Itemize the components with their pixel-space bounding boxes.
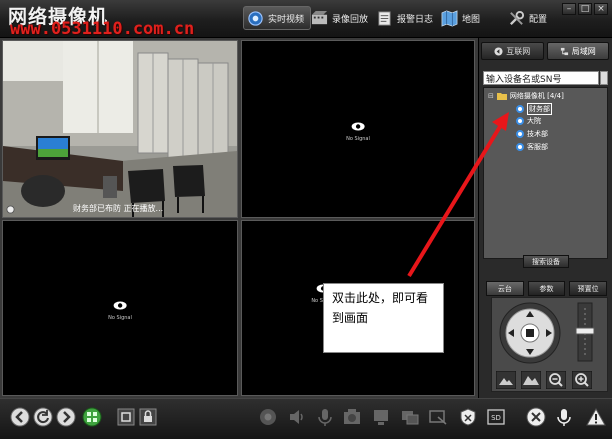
tree-item-support[interactable]: 客服部	[516, 142, 548, 152]
screen-capture-icon[interactable]	[428, 407, 448, 427]
fullscreen-icon[interactable]	[116, 407, 136, 427]
back-arrow-icon	[494, 46, 503, 56]
window-controls: – □ ×	[562, 3, 608, 15]
zoom-wide-button[interactable]	[496, 371, 516, 389]
zoom-tele-button[interactable]	[521, 371, 541, 389]
playback-icon	[311, 10, 328, 24]
tab-lan-label: 局域网	[571, 46, 596, 56]
nav-alarm-log-label: 报警日志	[397, 14, 434, 25]
microphone-icon[interactable]	[315, 407, 335, 427]
talk-icon[interactable]	[554, 407, 574, 427]
tab-ptz[interactable]: 云台	[486, 281, 524, 296]
camera-online-icon	[516, 130, 524, 138]
svg-text:SD: SD	[491, 414, 501, 422]
tree-root-label: 网络摄像机 [4/4]	[509, 92, 564, 100]
lock-icon[interactable]	[138, 407, 158, 427]
tree-item-label: 大院	[527, 117, 541, 125]
monitor-icon[interactable]	[400, 407, 420, 427]
bottom-toolbar: SD	[0, 398, 612, 439]
nav-config-label: 配置	[529, 14, 548, 25]
map-icon	[441, 9, 458, 27]
sd-card-icon[interactable]: SD	[486, 407, 506, 427]
video-cell-1[interactable]: 财务部已布防 正在播放...	[2, 40, 238, 218]
office-camera-feed	[3, 41, 237, 217]
alarm-log-icon	[378, 10, 391, 26]
folder-icon	[496, 93, 507, 100]
nav-live-video[interactable]: 实时视频	[243, 6, 312, 30]
live-video-icon	[248, 10, 263, 26]
no-signal-indicator: No Signal	[346, 116, 370, 142]
device-tree: ⊟ 网络摄像机 [4/4] 财务部 大院 技术部 客服部	[483, 87, 608, 259]
tree-root[interactable]: ⊟ 网络摄像机 [4/4]	[488, 91, 564, 101]
snapshot-icon[interactable]	[342, 407, 362, 427]
nav-alarm-log[interactable]: 报警日志	[373, 6, 439, 30]
no-signal-label: No Signal	[346, 136, 370, 142]
warning-icon[interactable]	[586, 407, 606, 427]
refresh-icon[interactable]	[33, 407, 53, 427]
tree-item-tech[interactable]: 技术部	[516, 129, 548, 139]
record-icon[interactable]	[258, 407, 278, 427]
forward-icon[interactable]	[56, 407, 76, 427]
grid-layout-icon[interactable]	[82, 407, 102, 427]
back-icon[interactable]	[10, 407, 30, 427]
device-search-input[interactable]	[483, 71, 599, 85]
camera-online-icon	[516, 105, 524, 113]
maximize-button[interactable]: □	[578, 3, 592, 15]
watermark-url: www.0531110.com.cn	[10, 19, 195, 39]
camera-online-icon	[516, 117, 524, 125]
tab-internet[interactable]: 互联网	[481, 42, 544, 60]
network-icon	[560, 47, 568, 55]
no-signal-indicator: No Signal	[108, 295, 132, 321]
eye-icon	[113, 301, 127, 310]
zoom-out-icon[interactable]	[546, 371, 566, 389]
tab-internet-label: 互联网	[506, 46, 531, 56]
nav-map[interactable]: 地图	[438, 6, 486, 30]
tree-item-courtyard[interactable]: 大院	[516, 116, 541, 126]
tab-lan[interactable]: 局域网	[546, 42, 609, 60]
close-button[interactable]: ×	[594, 3, 608, 15]
ptz-tabs: 云台 参数 预置位	[486, 281, 608, 296]
zoom-in-icon[interactable]	[572, 371, 592, 389]
video-cell-2[interactable]: No Signal	[241, 40, 475, 218]
tree-item-label: 财务部	[527, 103, 552, 115]
nav-playback-label: 录像回放	[332, 14, 369, 25]
camera-caption: 财务部已布防 正在播放...	[73, 204, 164, 213]
nav-playback[interactable]: 录像回放	[308, 6, 374, 30]
shield-icon[interactable]	[458, 407, 478, 427]
annotation-text: 双击此处，即可看到画面	[332, 291, 429, 325]
camera-online-icon	[516, 143, 524, 151]
eye-icon	[351, 122, 365, 131]
search-device-button[interactable]: 搜索设备	[523, 255, 569, 268]
nav-map-label: 地图	[462, 14, 481, 25]
config-icon	[509, 10, 525, 25]
search-scrollbar[interactable]	[600, 71, 608, 85]
tree-item-label: 客服部	[527, 143, 548, 151]
annotation-note: 双击此处，即可看到画面	[323, 283, 444, 353]
nav-live-video-label: 实时视频	[268, 14, 305, 25]
tab-params[interactable]: 参数	[527, 281, 566, 296]
ptz-control-box	[491, 297, 608, 392]
speaker-icon[interactable]	[287, 407, 307, 427]
camera-status-icon	[6, 205, 15, 214]
tree-item-label: 技术部	[527, 130, 548, 138]
tab-presets[interactable]: 预置位	[569, 281, 608, 296]
video-cell-3[interactable]: No Signal	[2, 220, 238, 396]
no-signal-label: No Signal	[108, 315, 132, 321]
collapse-icon[interactable]: ⊟	[488, 92, 494, 100]
minimize-button[interactable]: –	[562, 3, 576, 15]
network-tabs: 互联网 局域网	[481, 42, 609, 62]
right-panel: 互联网 局域网 ⊟ 网络摄像机 [4/4] 财务部 大院	[478, 38, 612, 398]
nav-config[interactable]: 配置	[505, 6, 553, 30]
disconnect-icon[interactable]	[526, 407, 546, 427]
tree-item-finance[interactable]: 财务部	[516, 103, 552, 115]
video-record-icon[interactable]	[371, 407, 391, 427]
top-bar: 网络摄像机 www.0531110.com.cn 实时视频 录像回放 报警日志 …	[0, 0, 612, 39]
